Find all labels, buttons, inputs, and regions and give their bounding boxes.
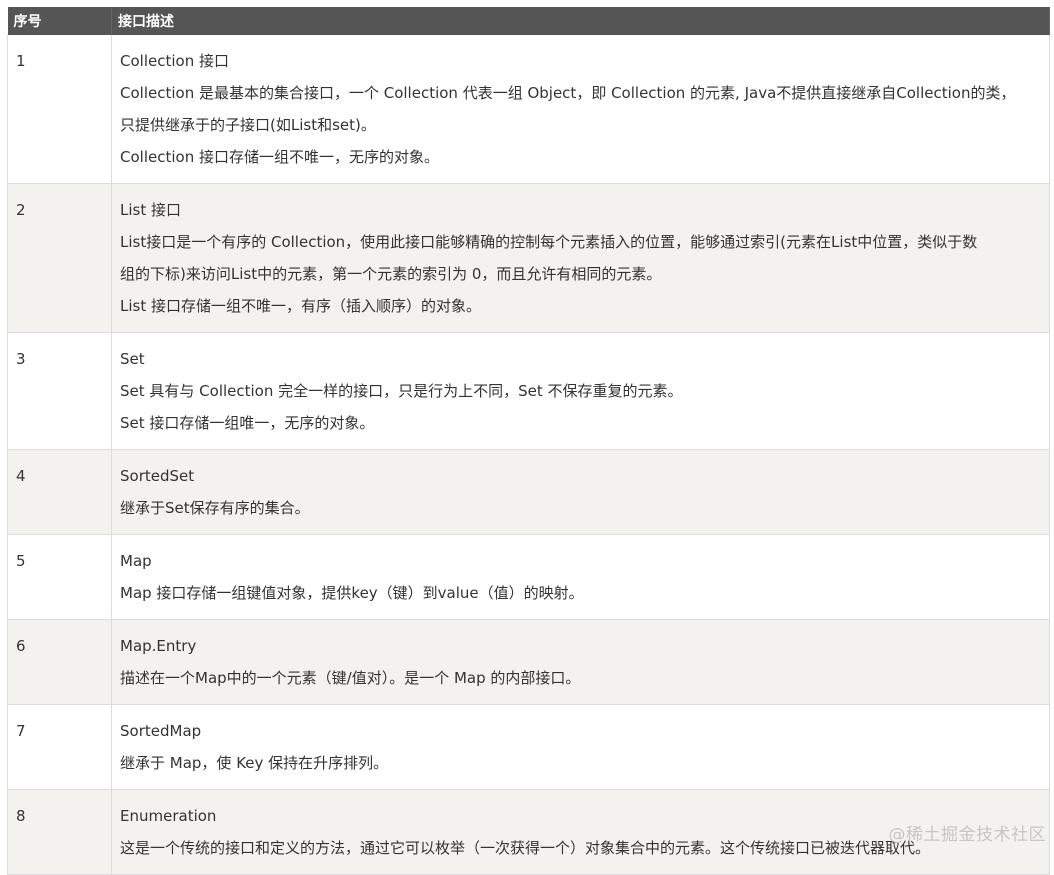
table-row: 7 SortedMap 继承于 Map，使 Key 保持在升序排列。 — [7, 704, 1050, 790]
interface-name: List 接口 — [120, 201, 181, 219]
description-line: 描述在一个Map中的一个元素（键/值对）。是一个 Map 的内部接口。 — [120, 669, 581, 687]
description-line: Collection 是最基本的集合接口，一个 Collection 代表一组 … — [120, 84, 1016, 102]
row-description: Collection 接口 Collection 是最基本的集合接口，一个 Co… — [111, 35, 1050, 184]
description-line: Collection 接口存储一组不唯一，无序的对象。 — [120, 148, 439, 166]
row-index: 6 — [7, 619, 112, 705]
row-description: Set Set 具有与 Collection 完全一样的接口，只是行为上不同，S… — [111, 332, 1050, 450]
description-line: Set 具有与 Collection 完全一样的接口，只是行为上不同，Set 不… — [120, 382, 683, 400]
row-index: 7 — [7, 704, 112, 790]
interface-name: Map.Entry — [120, 637, 197, 655]
description-line: List接口是一个有序的 Collection，使用此接口能够精确的控制每个元素… — [120, 233, 978, 251]
interface-table: 序号 接口描述 1 Collection 接口 Collection 是最基本的… — [7, 7, 1050, 875]
row-index: 3 — [7, 332, 112, 450]
row-description: SortedSet 继承于Set保存有序的集合。 — [111, 449, 1050, 535]
interface-name: Collection 接口 — [120, 52, 229, 70]
row-index: 5 — [7, 534, 112, 620]
table-row: 2 List 接口 List接口是一个有序的 Collection，使用此接口能… — [7, 183, 1050, 333]
table-row: 6 Map.Entry 描述在一个Map中的一个元素（键/值对）。是一个 Map… — [7, 619, 1050, 705]
description-line: 继承于Set保存有序的集合。 — [120, 499, 310, 517]
row-index: 2 — [7, 183, 112, 333]
description-line: 组的下标)来访问List中的元素，第一个元素的索引为 0，而且允许有相同的元素。 — [120, 265, 662, 283]
table-row: 3 Set Set 具有与 Collection 完全一样的接口，只是行为上不同… — [7, 332, 1050, 450]
description-line: Map 接口存储一组键值对象，提供key（键）到value（值）的映射。 — [120, 584, 584, 602]
description-line: 只提供继承于的子接口(如List和set)。 — [120, 116, 376, 134]
description-line: Set 接口存储一组唯一，无序的对象。 — [120, 414, 375, 432]
interface-name: Set — [120, 350, 145, 368]
table-body: 1 Collection 接口 Collection 是最基本的集合接口，一个 … — [7, 35, 1050, 875]
interface-name: SortedMap — [120, 722, 202, 740]
interface-name: Map — [120, 552, 152, 570]
row-description: List 接口 List接口是一个有序的 Collection，使用此接口能够精… — [111, 183, 1050, 333]
table-header-row: 序号 接口描述 — [7, 7, 1050, 35]
header-description: 接口描述 — [111, 7, 1050, 35]
table-row: 4 SortedSet 继承于Set保存有序的集合。 — [7, 449, 1050, 535]
row-description: Map Map 接口存储一组键值对象，提供key（键）到value（值）的映射。 — [111, 534, 1050, 620]
table-row: 5 Map Map 接口存储一组键值对象，提供key（键）到value（值）的映… — [7, 534, 1050, 620]
watermark: @稀土掘金技术社区 — [888, 825, 1046, 845]
row-index: 8 — [7, 789, 112, 875]
header-index: 序号 — [7, 7, 112, 35]
table-row: 1 Collection 接口 Collection 是最基本的集合接口，一个 … — [7, 35, 1050, 184]
row-index: 1 — [7, 35, 112, 184]
description-line: 继承于 Map，使 Key 保持在升序排列。 — [120, 754, 389, 772]
description-line: List 接口存储一组不唯一，有序（插入顺序）的对象。 — [120, 297, 481, 315]
interface-name: SortedSet — [120, 467, 195, 485]
row-index: 4 — [7, 449, 112, 535]
row-description: Map.Entry 描述在一个Map中的一个元素（键/值对）。是一个 Map 的… — [111, 619, 1050, 705]
row-description: SortedMap 继承于 Map，使 Key 保持在升序排列。 — [111, 704, 1050, 790]
